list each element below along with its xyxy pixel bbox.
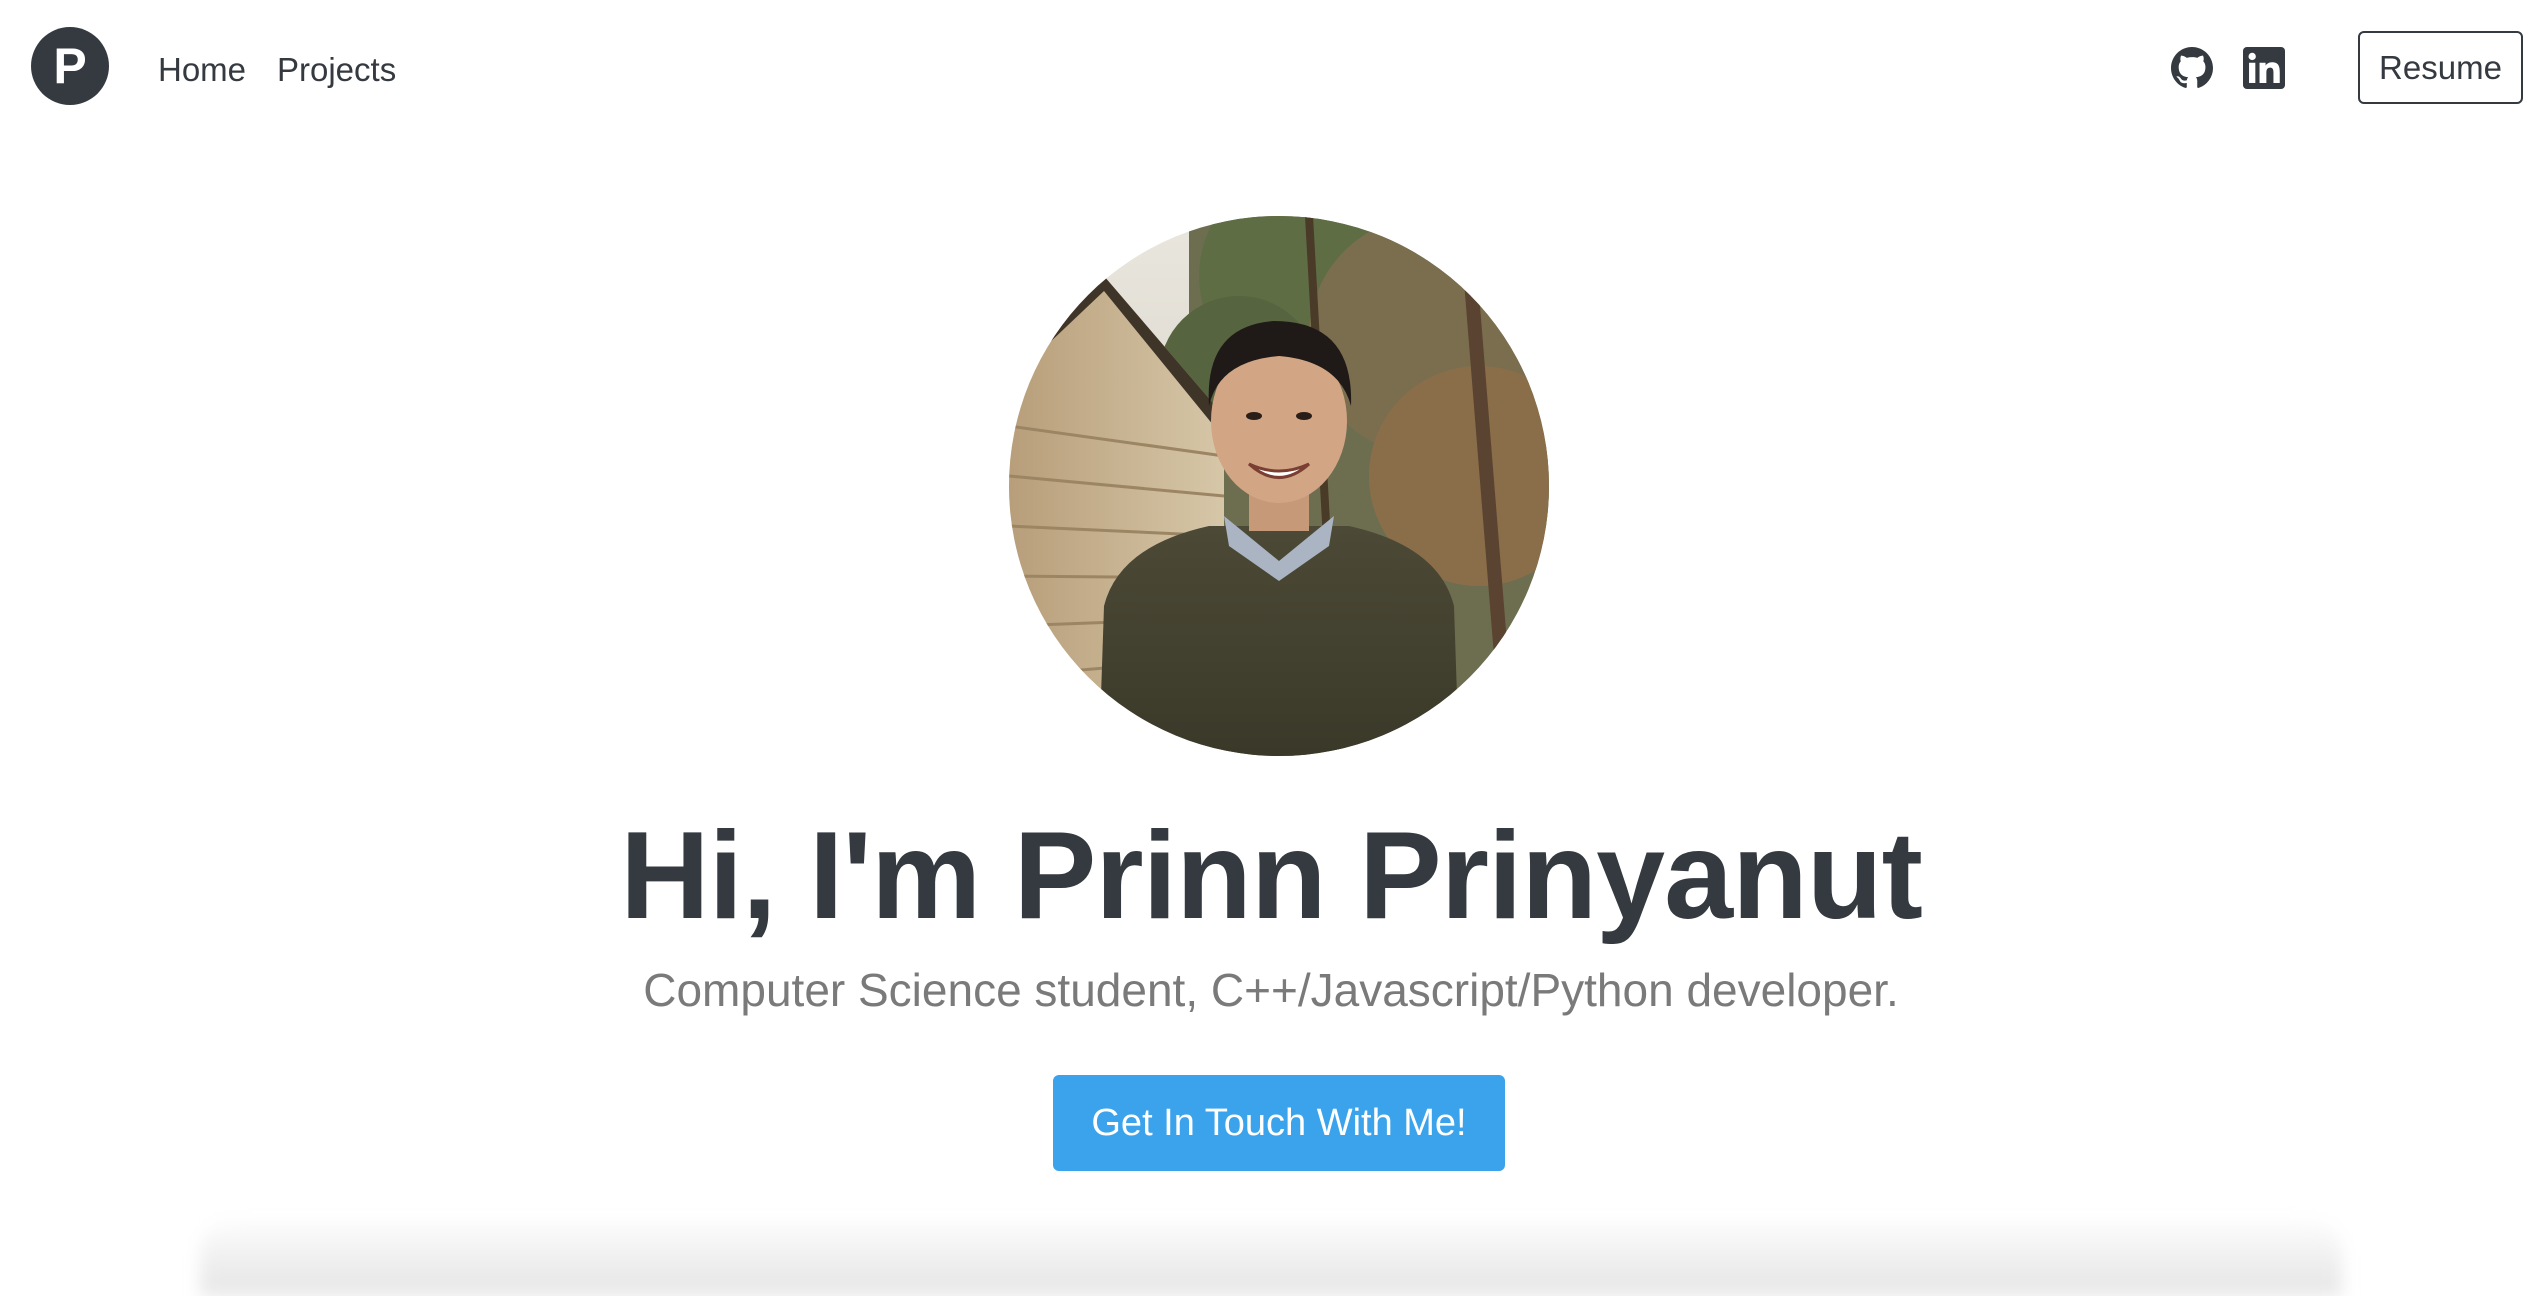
section-shadow — [200, 1215, 2342, 1296]
hero-subtitle: Computer Science student, C++/Javascript… — [643, 964, 1899, 1016]
get-in-touch-button[interactable]: Get In Touch With Me! — [1053, 1075, 1505, 1171]
logo[interactable]: P — [31, 27, 109, 105]
nav-link-home[interactable]: Home — [158, 50, 246, 90]
nav-link-projects[interactable]: Projects — [277, 50, 396, 90]
resume-button[interactable]: Resume — [2358, 31, 2523, 104]
github-icon[interactable] — [2171, 47, 2213, 89]
linkedin-icon[interactable] — [2243, 47, 2285, 89]
profile-photo — [1009, 216, 1549, 756]
navbar: P Home Projects Resume — [0, 0, 2542, 140]
hero-title: Hi, I'm Prinn Prinyanut — [620, 807, 1923, 945]
